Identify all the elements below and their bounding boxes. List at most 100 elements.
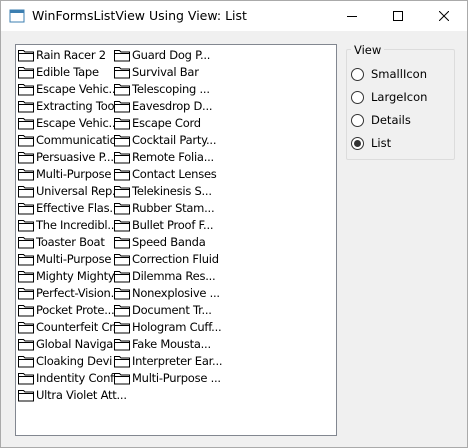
list-item-label: Hologram Cuff... [132,319,222,334]
list-item-label: Dilemma Res... [132,268,216,283]
list-item[interactable]: Communicatio... [18,131,127,148]
list-item[interactable]: Toaster Boat [18,233,105,250]
radio-details[interactable]: Details [351,112,411,128]
list-item[interactable]: Multi-Purpose ... [114,369,221,386]
minimize-button[interactable] [329,1,375,31]
list-item[interactable]: Rain Racer 2 [18,46,106,63]
list-item[interactable]: Nonexplosive ... [114,284,220,301]
folder-icon [114,253,130,265]
radio-smallicon[interactable]: SmallIcon [351,66,427,82]
folder-icon [18,253,34,265]
list-item[interactable]: Ultra Violet Att... [18,386,127,403]
list-item-label: Correction Fluid [132,251,219,266]
radio-circle[interactable] [351,90,364,104]
list-item-label: Toaster Boat [36,234,105,249]
list-item[interactable]: Hologram Cuff... [114,318,222,335]
folder-icon [18,236,34,248]
list-item[interactable]: Escape Vehic... [18,80,119,97]
list-item[interactable]: Mighty Mighty... [18,267,123,284]
list-item[interactable]: Correction Fluid [114,250,219,267]
radio-label: List [371,136,392,150]
close-button[interactable] [421,1,467,31]
folder-icon [18,338,34,350]
list-item-label: Guard Dog P... [132,47,211,62]
list-item[interactable]: Perfect-Vision... [18,284,121,301]
folder-icon [114,219,130,231]
list-item[interactable]: Contact Lenses [114,165,217,182]
list-item[interactable]: Bullet Proof F... [114,216,214,233]
folder-icon [114,236,130,248]
folder-icon [114,270,130,282]
folder-icon [18,185,34,197]
list-item-label: Universal Rep... [36,183,123,198]
list-item[interactable]: Counterfeit Cr... [18,318,123,335]
list-item[interactable]: Cloaking Devi [18,352,112,369]
list-item[interactable]: Eavesdrop D... [114,97,213,114]
list-item[interactable]: Pocket Prote... [18,301,115,318]
folder-icon [114,287,130,299]
list-item-label: Fake Mousta... [132,336,211,351]
list-item-label: Counterfeit Cr... [36,319,123,334]
list-item[interactable]: The Incredibl... [18,216,118,233]
list-item-label: Escape Vehic... [36,115,119,130]
product-list-view[interactable]: Rain Racer 2 Edible Tape Escape Vehic... Ex… [15,44,337,436]
folder-icon [18,219,34,231]
folder-icon [18,270,34,282]
radio-circle[interactable] [351,113,364,127]
list-item[interactable]: Rubber Stam... [114,199,215,216]
maximize-button[interactable] [375,1,421,31]
list-item[interactable]: Cocktail Party... [114,131,217,148]
radio-circle[interactable] [351,136,364,150]
list-item[interactable]: Telescoping ... [114,80,210,97]
list-item[interactable]: Escape Vehic... [18,114,119,131]
list-item-label: Indentity Conf... [36,370,124,385]
radio-largeicon[interactable]: LargeIcon [351,89,427,105]
list-item[interactable]: Persuasive P... [18,148,114,165]
list-item[interactable]: Interpreter Ear... [114,352,223,369]
maximize-icon [393,11,403,21]
folder-icon [114,321,130,333]
folder-icon [18,372,34,384]
list-item-label: Cocktail Party... [132,132,217,147]
list-item[interactable]: Guard Dog P... [114,46,210,63]
radio-circle[interactable] [351,67,364,81]
folder-icon [114,151,130,163]
list-item[interactable]: Document Tr... [114,301,212,318]
folder-icon [114,202,130,214]
folder-icon [114,338,130,350]
folder-icon [18,304,34,316]
list-item[interactable]: Fake Mousta... [114,335,211,352]
list-item[interactable]: Multi-Purpose ... [18,250,125,267]
list-item-label: Global Naviga... [36,336,124,351]
list-item[interactable]: Dilemma Res... [114,267,216,284]
list-item[interactable]: Escape Cord [114,114,201,131]
folder-icon [114,355,130,367]
list-item[interactable]: Edible Tape [18,63,99,80]
folder-icon [114,168,130,180]
list-item[interactable]: Remote Folia... [114,148,214,165]
folder-icon [18,83,34,95]
list-item[interactable]: Survival Bar [114,63,199,80]
list-item-label: Remote Folia... [132,149,214,164]
list-item[interactable]: Multi-Purpose ... [18,165,125,182]
folder-icon [114,83,130,95]
list-item-label: Mighty Mighty... [36,268,124,283]
view-group-title: View [351,43,385,57]
list-item[interactable]: Universal Rep... [18,182,122,199]
title-bar[interactable]: WinFormsListView Using View: List [1,1,467,31]
list-item-label: Perfect-Vision... [36,285,121,300]
radio-list[interactable]: List [351,135,391,151]
list-item[interactable]: Indentity Conf... [18,369,124,386]
list-item[interactable]: Global Naviga... [18,335,124,352]
list-item-label: Contact Lenses [132,166,217,181]
folder-icon [18,100,34,112]
folder-icon [114,372,130,384]
list-item[interactable]: Effective Flas... [18,199,120,216]
list-item[interactable]: Extracting Tool [18,97,117,114]
list-item-label: Cloaking Devi [36,353,113,368]
list-item-label: Rubber Stam... [132,200,215,215]
list-item[interactable]: Telekinesis S... [114,182,212,199]
list-item-label: Pocket Prote... [36,302,115,317]
list-item[interactable]: Speed Banda [114,233,206,250]
list-item-label: Multi-Purpose ... [132,370,221,385]
